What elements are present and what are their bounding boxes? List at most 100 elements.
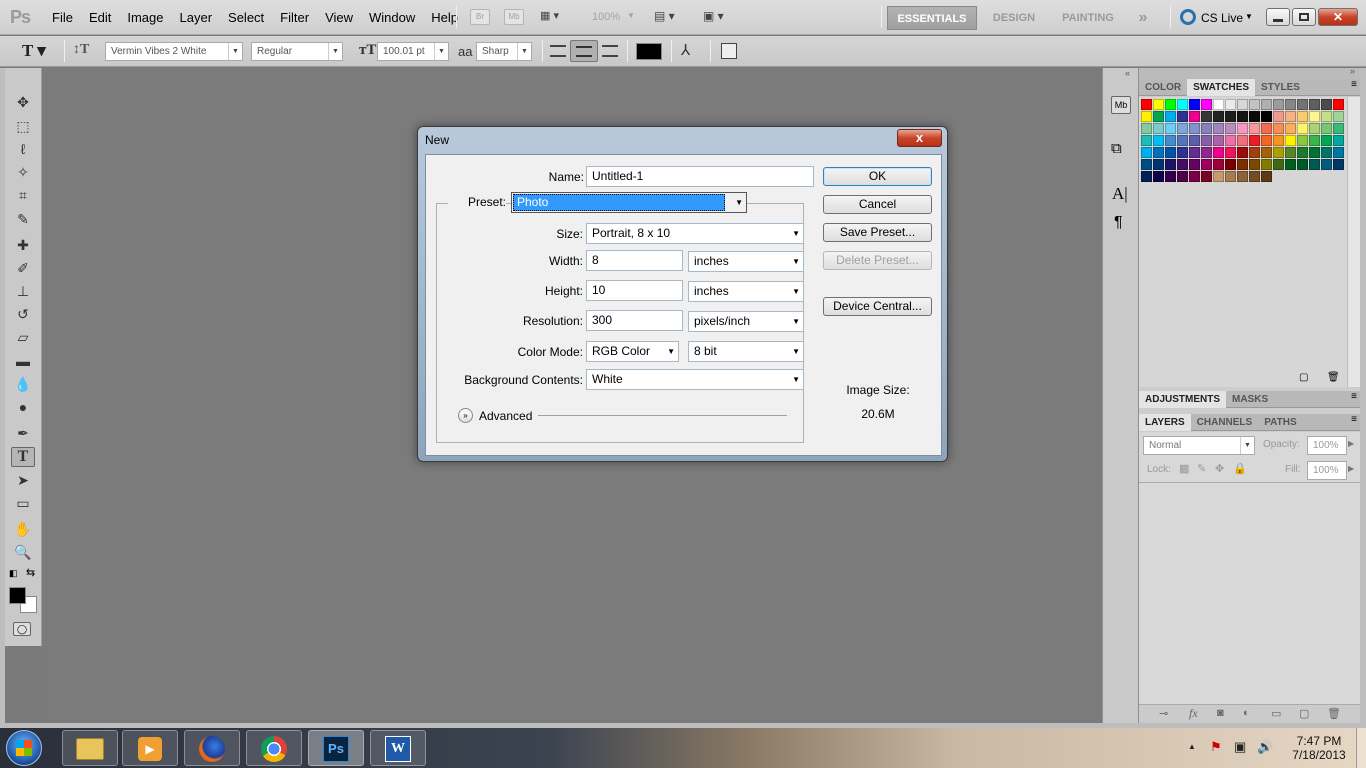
swatch[interactable] <box>1153 135 1164 146</box>
menu-image[interactable]: Image <box>119 10 171 25</box>
delete-layer-icon[interactable]: 🗑 <box>1327 707 1341 720</box>
toggle-text-orientation-icon[interactable]: ↕T <box>73 42 89 58</box>
size-select[interactable]: Portrait, 8 x 10 ▼ <box>586 223 804 244</box>
font-size-select[interactable]: 100.01 pt ▼ <box>377 42 449 61</box>
view-extras-icon[interactable]: ▦ ▾ <box>540 9 574 25</box>
align-center-button[interactable] <box>570 40 598 62</box>
volume-icon[interactable]: 🔊 <box>1257 739 1273 755</box>
swatch[interactable] <box>1213 147 1224 158</box>
restore-button[interactable] <box>1292 8 1316 26</box>
swatch[interactable] <box>1177 123 1188 134</box>
swatch[interactable] <box>1237 99 1248 110</box>
swatch[interactable] <box>1237 159 1248 170</box>
swatch[interactable] <box>1297 135 1308 146</box>
swatch[interactable] <box>1201 159 1212 170</box>
color-mode-select[interactable]: RGB Color ▼ <box>586 341 679 362</box>
shape-tool-icon[interactable]: ▭ <box>11 493 35 513</box>
menu-filter[interactable]: Filter <box>272 10 317 25</box>
swatch[interactable] <box>1165 111 1176 122</box>
gradient-tool-icon[interactable]: ▬ <box>11 351 35 371</box>
swatch[interactable] <box>1285 147 1296 158</box>
swatch[interactable] <box>1141 147 1152 158</box>
swatch[interactable] <box>1165 171 1176 182</box>
cs-live-dropdown-icon[interactable]: ▼ <box>1245 12 1253 21</box>
swatch[interactable] <box>1309 99 1320 110</box>
layer-style-icon[interactable]: fx <box>1189 706 1198 721</box>
network-icon[interactable]: ▣ <box>1234 739 1246 755</box>
close-app-button[interactable]: ✕ <box>1318 8 1358 26</box>
swatch[interactable] <box>1189 99 1200 110</box>
swatch[interactable] <box>1261 111 1272 122</box>
tab-styles[interactable]: STYLES <box>1255 79 1306 96</box>
clone-stamp-tool-icon[interactable]: ⊥ <box>11 281 35 301</box>
swatch[interactable] <box>1177 171 1188 182</box>
menu-file[interactable]: File <box>44 10 81 25</box>
swatch[interactable] <box>1177 111 1188 122</box>
swatch[interactable] <box>1309 111 1320 122</box>
swatch[interactable] <box>1249 123 1260 134</box>
swatch[interactable] <box>1201 171 1212 182</box>
move-tool-icon[interactable]: ✥ <box>11 92 35 112</box>
swatch[interactable] <box>1141 99 1152 110</box>
swatch[interactable] <box>1333 99 1344 110</box>
font-family-select[interactable]: Vermin Vibes 2 White ▼ <box>105 42 243 61</box>
advanced-label[interactable]: Advanced <box>479 409 532 423</box>
character-paragraph-panel-icon[interactable] <box>721 43 737 59</box>
default-colors-icon[interactable]: ◧ <box>9 568 18 579</box>
swatch[interactable] <box>1141 111 1152 122</box>
name-input[interactable]: Untitled-1 <box>586 166 814 187</box>
swatch[interactable] <box>1249 171 1260 182</box>
swatch[interactable] <box>1297 99 1308 110</box>
swatch[interactable] <box>1141 135 1152 146</box>
tab-layers[interactable]: LAYERS <box>1139 414 1191 431</box>
menu-select[interactable]: Select <box>220 10 272 25</box>
swatch[interactable] <box>1261 147 1272 158</box>
swatch[interactable] <box>1261 135 1272 146</box>
swatch[interactable] <box>1249 111 1260 122</box>
tab-color[interactable]: COLOR <box>1139 79 1187 96</box>
swatch[interactable] <box>1297 147 1308 158</box>
type-tool-icon[interactable]: T <box>11 447 35 467</box>
swatch[interactable] <box>1213 135 1224 146</box>
warp-text-icon[interactable]: ⅄ <box>681 41 690 59</box>
swatch[interactable] <box>1213 171 1224 182</box>
swatch[interactable] <box>1165 99 1176 110</box>
device-central-button[interactable]: Device Central... <box>823 297 932 316</box>
swatch[interactable] <box>1273 147 1284 158</box>
panel-menu-icon[interactable]: ≡ <box>1351 414 1357 425</box>
layer-mask-icon[interactable]: ◙ <box>1217 707 1224 719</box>
paragraph-panel-icon[interactable]: ¶ <box>1114 214 1123 232</box>
swatch[interactable] <box>1237 111 1248 122</box>
swatch[interactable] <box>1273 123 1284 134</box>
hand-tool-icon[interactable]: ✋ <box>11 519 35 539</box>
bit-depth-select[interactable]: 8 bit ▼ <box>688 341 804 362</box>
preset-select[interactable]: Photo ▼ <box>511 192 747 213</box>
swatch[interactable] <box>1189 147 1200 158</box>
tab-channels[interactable]: CHANNELS <box>1191 414 1259 431</box>
swatch[interactable] <box>1249 99 1260 110</box>
save-preset-button[interactable]: Save Preset... <box>823 223 932 242</box>
swatches-scrollbar[interactable] <box>1347 97 1361 387</box>
swatch[interactable] <box>1141 123 1152 134</box>
swap-colors-icon[interactable]: ⇆ <box>26 566 35 579</box>
arrange-documents-icon[interactable]: ▤ ▾ <box>654 9 688 23</box>
swatch[interactable] <box>1141 171 1152 182</box>
workspace-painting[interactable]: PAINTING <box>1052 6 1124 30</box>
dodge-tool-icon[interactable]: ● <box>11 397 35 417</box>
swatch[interactable] <box>1153 99 1164 110</box>
swatch[interactable] <box>1237 135 1248 146</box>
history-panel-icon[interactable]: ⧉ <box>1111 140 1122 157</box>
fill-input[interactable]: 100% <box>1307 461 1347 480</box>
tab-paths[interactable]: PATHS <box>1258 414 1302 431</box>
character-panel-icon[interactable]: A| <box>1112 184 1128 204</box>
swatch[interactable] <box>1201 99 1212 110</box>
opacity-input[interactable]: 100% <box>1307 436 1347 455</box>
swatch[interactable] <box>1297 123 1308 134</box>
action-center-icon[interactable]: ⚑ <box>1210 739 1222 755</box>
path-selection-tool-icon[interactable]: ➤ <box>11 470 35 490</box>
swatch[interactable] <box>1285 159 1296 170</box>
menu-layer[interactable]: Layer <box>172 10 221 25</box>
lock-pixels-icon[interactable]: ✎ <box>1197 462 1206 475</box>
advanced-expand-icon[interactable]: » <box>458 408 473 423</box>
cs-live-menu[interactable]: CS Live <box>1201 11 1243 25</box>
